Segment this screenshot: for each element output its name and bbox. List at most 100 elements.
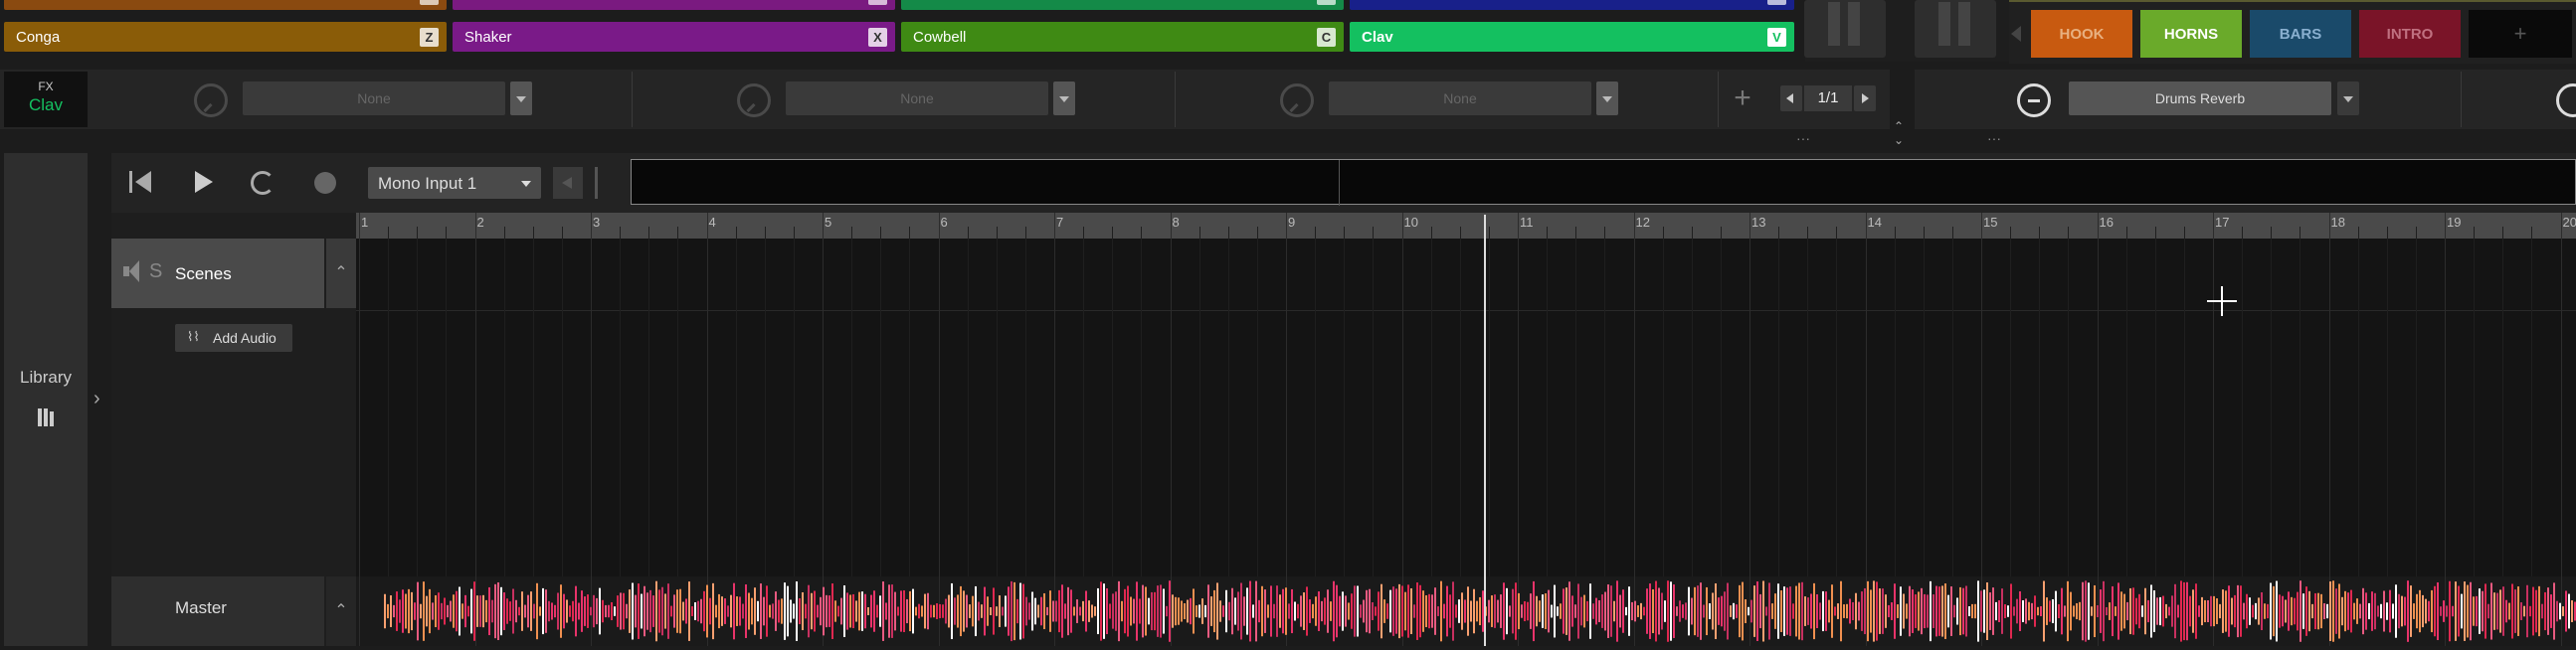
waveform-sample: [2419, 589, 2421, 633]
fx-knob-1[interactable]: [194, 83, 228, 117]
fx-label-box[interactable]: FX Clav: [4, 72, 88, 127]
waveform-sample: [811, 592, 813, 630]
waveform-sample: [1509, 605, 1511, 617]
record-icon[interactable]: [314, 172, 336, 194]
fx-slot-2[interactable]: None: [786, 81, 1048, 115]
waveform-sample: [2159, 596, 2161, 626]
collapse-toggle-icon[interactable]: ⌃ ⌄: [1894, 119, 1904, 147]
master-track-header[interactable]: Master: [111, 576, 324, 646]
waveform-sample: [1013, 581, 1015, 641]
library-panel[interactable]: Library: [4, 153, 88, 646]
waveform-sample: [2282, 595, 2284, 627]
waveform-sample: [978, 601, 980, 621]
scene-horns[interactable]: HORNS: [2140, 10, 2242, 58]
waveform-sample: [1255, 580, 1257, 642]
send-dropdown[interactable]: [2337, 81, 2359, 115]
beat-line: [1547, 227, 1549, 576]
waveform-sample: [996, 606, 998, 616]
waveform-sample: [2213, 595, 2215, 627]
overview-strip[interactable]: [631, 159, 2576, 206]
waveform-sample: [706, 584, 708, 638]
scenes-collapse-icon[interactable]: ⌃: [326, 239, 356, 308]
pager-box-1: [1804, 0, 1886, 58]
pad-shaker[interactable]: Shaker X: [453, 22, 895, 52]
waveform-sample: [2010, 583, 2012, 639]
master-collapse-icon[interactable]: ⌃: [326, 576, 356, 646]
waveform-sample: [1998, 600, 2000, 622]
beat-line: [677, 227, 679, 576]
waveform-sample: [2061, 587, 2063, 635]
scene-prev-icon[interactable]: [2011, 26, 2021, 42]
waveform-sample: [2022, 599, 2024, 623]
waveform-sample: [1389, 589, 1391, 633]
ruler-tick: 9: [1288, 215, 1296, 230]
waveform-sample: [2323, 602, 2325, 620]
beat-line: [417, 227, 419, 576]
skip-back-icon[interactable]: [129, 171, 153, 195]
add-audio-button[interactable]: ⌇⌇ Add Audio: [175, 324, 292, 352]
pad-conga[interactable]: Conga Z: [4, 22, 447, 52]
waveform-sample: [2562, 606, 2564, 616]
timeline-grid[interactable]: [356, 239, 2576, 576]
waveform-sample: [1918, 591, 1920, 631]
waveform-sample: [763, 596, 765, 626]
divider: [2461, 72, 2462, 127]
add-scene-button[interactable]: +: [2469, 10, 2572, 58]
send-select[interactable]: Drums Reverb: [2069, 81, 2331, 115]
waveform-sample: [530, 591, 532, 631]
pad-cowbell[interactable]: Cowbell C: [901, 22, 1344, 52]
waveform-sample: [715, 604, 717, 618]
fx-slot-1-dropdown[interactable]: [510, 81, 532, 115]
fx-slot-2-dropdown[interactable]: [1053, 81, 1075, 115]
fx-slot-1[interactable]: None: [243, 81, 505, 115]
waveform-sample: [2431, 589, 2433, 633]
send-knob[interactable]: [2017, 83, 2051, 117]
waveform-sample: [1175, 596, 1177, 626]
page-prev-icon[interactable]: [1780, 85, 1802, 111]
input-select[interactable]: Mono Input 1: [368, 167, 541, 199]
waveform-sample: [933, 604, 935, 618]
waveform-sample: [975, 585, 977, 637]
pad-clav[interactable]: Clav V: [1350, 22, 1794, 52]
resize-handle-icon[interactable]: ···: [1796, 130, 1810, 146]
play-icon[interactable]: [195, 171, 213, 193]
waveform-sample: [1944, 583, 1946, 639]
page-next-icon[interactable]: [1854, 85, 1876, 111]
fx-knob-3[interactable]: [1280, 83, 1314, 117]
scene-intro[interactable]: INTRO: [2359, 10, 2461, 58]
waveform-sample: [1288, 603, 1290, 619]
loop-icon[interactable]: [251, 171, 275, 195]
solo-button[interactable]: S: [149, 260, 162, 283]
pad-top-1[interactable]: [4, 0, 447, 10]
waveform-sample: [2458, 585, 2460, 637]
resize-handle-icon[interactable]: ···: [1987, 130, 2001, 146]
scene-bars[interactable]: BARS: [2250, 10, 2351, 58]
add-fx-icon[interactable]: +: [1731, 81, 1754, 115]
pad-top-2[interactable]: [453, 0, 895, 10]
waveform-sample: [1694, 586, 1696, 636]
ruler[interactable]: [356, 213, 2576, 239]
chevron-down-icon: [521, 181, 531, 187]
scenes-track-header[interactable]: S Scenes: [111, 239, 324, 308]
waveform-sample: [2535, 589, 2537, 633]
master-waveform: [384, 580, 2576, 642]
fx-slot-3-dropdown[interactable]: [1596, 81, 1618, 115]
waveform-sample: [2177, 604, 2179, 618]
waveform-sample: [2237, 584, 2239, 638]
fx-knob-2[interactable]: [737, 83, 771, 117]
pad-top-3[interactable]: [901, 0, 1344, 10]
waveform-sample: [1100, 581, 1102, 641]
library-expand-icon[interactable]: ›: [93, 388, 100, 410]
monitor-icon[interactable]: [553, 167, 583, 199]
waveform-sample: [1792, 603, 1794, 619]
waveform-sample: [787, 585, 789, 637]
waveform-sample: [670, 605, 672, 617]
fx-slot-3[interactable]: None: [1329, 81, 1591, 115]
waveform-sample: [1085, 590, 1087, 632]
waveform-sample: [1121, 600, 1123, 622]
pad-top-4[interactable]: [1350, 0, 1794, 10]
waveform-sample: [599, 587, 601, 635]
playhead[interactable]: [1484, 215, 1486, 646]
scene-hook[interactable]: HOOK: [2031, 10, 2132, 58]
divider: [632, 72, 633, 127]
